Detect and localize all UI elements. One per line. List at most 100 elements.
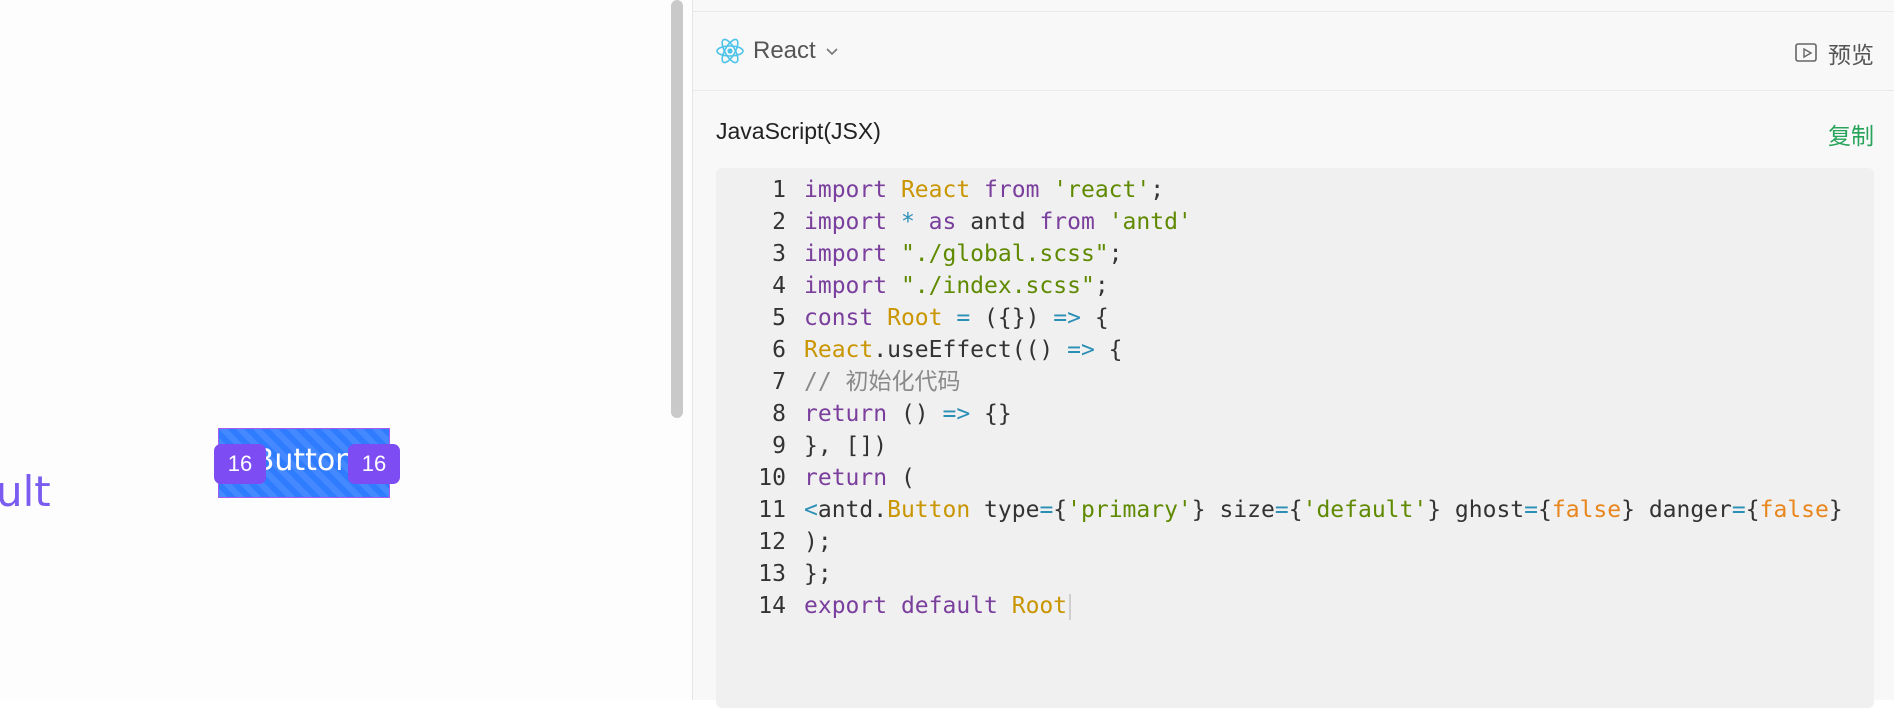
code-token: React xyxy=(900,177,985,203)
line-number: 1 xyxy=(772,177,786,203)
code-line: 14 export default Root xyxy=(716,590,1072,622)
code-line: 4 import "./index.scss"; xyxy=(716,270,1109,302)
panel-header: React 预览 xyxy=(693,12,1894,91)
code-text: // 初始化代码 xyxy=(786,366,961,398)
code-line: 3 import "./global.scss"; xyxy=(716,238,1122,270)
code-token: React xyxy=(804,337,874,363)
code-token: from xyxy=(1039,209,1109,235)
spacing-left-badge: 16 xyxy=(214,444,266,484)
framework-select[interactable]: React xyxy=(715,34,840,68)
code-token: antd xyxy=(970,209,1040,235)
line-number: 6 xyxy=(772,337,786,363)
code-token: { xyxy=(1108,337,1123,363)
code-token: 'default' xyxy=(1302,497,1428,523)
code-token: { xyxy=(1094,305,1109,331)
code-token: 'react' xyxy=(1053,177,1151,203)
line-number: 14 xyxy=(758,593,786,619)
code-token: import xyxy=(804,241,901,267)
code-token: const xyxy=(804,305,888,331)
line-number: 10 xyxy=(758,465,786,491)
code-line: 7 // 初始化代码 xyxy=(716,366,961,398)
code-editor[interactable]: 1 import React from 'react'; 2 import * as … xyxy=(716,168,1874,708)
code-line: 12); xyxy=(716,526,832,558)
code-token: = xyxy=(1274,497,1289,523)
preview-icon xyxy=(1794,40,1820,66)
code-token: ({}) xyxy=(984,305,1054,331)
code-text: React.useEffect(() => { xyxy=(786,334,1123,366)
code-token: { xyxy=(1288,497,1303,523)
code-language-title: JavaScript(JSX) xyxy=(716,118,881,144)
code-token: { xyxy=(1538,497,1552,523)
code-line: 13}; xyxy=(716,558,832,590)
line-number: 11 xyxy=(758,497,786,523)
code-line: 8 return () => {} xyxy=(716,398,1012,430)
line-number: 4 xyxy=(772,273,786,299)
code-token: import xyxy=(804,177,901,203)
line-number: 13 xyxy=(758,561,786,587)
code-token: return xyxy=(804,401,901,427)
code-token: < xyxy=(804,497,818,523)
code-text: <antd.Button type={'primary'} size={'def… xyxy=(786,494,1843,526)
code-text: return ( xyxy=(786,462,915,494)
code-token: } size xyxy=(1191,497,1275,523)
code-text: }; xyxy=(786,558,832,590)
code-token: false xyxy=(1551,497,1622,523)
react-icon xyxy=(715,36,745,66)
line-number: 2 xyxy=(772,209,786,235)
code-token: }, []) xyxy=(804,433,888,459)
copy-button[interactable]: 复制 xyxy=(1828,117,1874,151)
code-token: return xyxy=(804,465,901,491)
code-token: export xyxy=(804,593,901,619)
canvas-scrollbar[interactable] xyxy=(671,0,683,418)
line-number: 9 xyxy=(772,433,786,459)
code-line: 10 return ( xyxy=(716,462,915,494)
code-token: "./global.scss" xyxy=(900,241,1109,267)
code-token: .useEffect(() xyxy=(873,337,1068,363)
line-number: 5 xyxy=(772,305,786,331)
code-panel: React 预览 JavaScript(JSX) 复制 1 import Reac… xyxy=(693,0,1894,708)
code-token: ; xyxy=(1094,273,1109,299)
text-caret xyxy=(1069,593,1072,620)
code-token: }; xyxy=(804,561,832,587)
spacing-right-badge: 16 xyxy=(348,444,400,484)
code-token: Root xyxy=(1011,593,1068,619)
preview-button[interactable]: 预览 xyxy=(1794,36,1874,70)
code-text: import React from 'react'; xyxy=(786,174,1164,206)
line-number: 3 xyxy=(772,241,786,267)
code-token: type xyxy=(984,497,1040,523)
code-token: } ghost xyxy=(1427,497,1525,523)
chevron-down-icon xyxy=(824,43,840,59)
code-token: => xyxy=(942,401,985,427)
code-token: 'antd' xyxy=(1108,209,1192,235)
design-canvas[interactable]: ult Button 16 16 xyxy=(0,0,692,700)
code-token: () xyxy=(900,401,943,427)
code-token: } xyxy=(1828,497,1843,523)
code-text: ); xyxy=(786,526,832,558)
code-token: => xyxy=(1053,305,1095,331)
code-token: import xyxy=(804,209,901,235)
code-token: antd. xyxy=(817,497,888,523)
line-number: 12 xyxy=(758,529,786,555)
code-token: = xyxy=(1524,497,1539,523)
code-text: return () => {} xyxy=(786,398,1012,430)
code-token: Button xyxy=(887,497,985,523)
code-token: { xyxy=(1053,497,1068,523)
canvas-text-label[interactable]: ult xyxy=(0,468,51,516)
code-token: "./index.scss" xyxy=(900,273,1095,299)
line-number: 8 xyxy=(772,401,786,427)
code-line: 9 }, []) xyxy=(716,430,887,462)
code-token: * xyxy=(900,209,929,235)
code-token: = xyxy=(1731,497,1746,523)
code-text: import * as antd from 'antd' xyxy=(786,206,1192,238)
code-token: {} xyxy=(984,401,1012,427)
code-token: 'primary' xyxy=(1067,497,1192,523)
code-text: export default Root xyxy=(786,590,1072,622)
code-token: } danger xyxy=(1621,497,1732,523)
code-token: // 初始化代码 xyxy=(804,369,961,395)
code-line: 2 import * as antd from 'antd' xyxy=(716,206,1192,238)
code-token: = xyxy=(956,305,985,331)
framework-label: React xyxy=(753,37,816,64)
line-number: 7 xyxy=(772,369,786,395)
code-text: const Root = ({}) => { xyxy=(786,302,1109,334)
code-token: = xyxy=(1039,497,1054,523)
